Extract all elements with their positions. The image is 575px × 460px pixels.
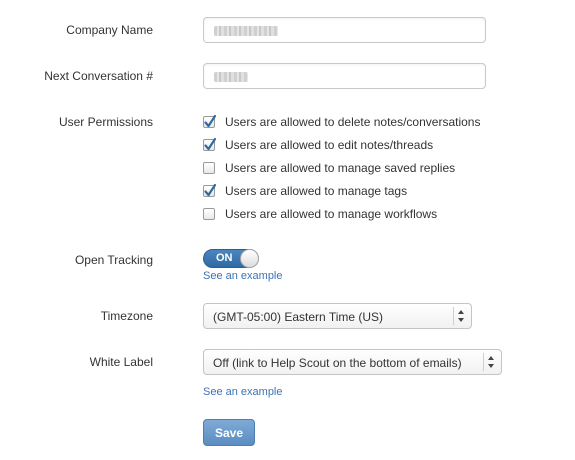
select-arrows-icon <box>453 307 464 325</box>
white-label-label: White Label <box>89 355 153 369</box>
permission-label: Users are allowed to edit notes/threads <box>225 138 434 152</box>
checkmark-icon <box>204 114 217 128</box>
permission-label: Users are allowed to manage tags <box>225 184 408 198</box>
company-name-input[interactable] <box>203 17 486 43</box>
next-conversation-input[interactable] <box>203 63 486 89</box>
permission-checkbox[interactable] <box>203 208 215 220</box>
permission-checkbox[interactable] <box>203 114 217 128</box>
open-tracking-label: Open Tracking <box>74 253 153 267</box>
next-conversation-redacted-value <box>214 72 248 82</box>
white-label-example-link[interactable]: See an example <box>203 386 283 398</box>
open-tracking-toggle[interactable]: ON <box>203 249 259 268</box>
permission-manage-workflows[interactable]: Users are allowed to manage workflows <box>203 206 437 222</box>
checkmark-icon <box>204 183 217 197</box>
toggle-knob <box>240 249 259 268</box>
permission-checkbox[interactable] <box>203 183 217 197</box>
save-button[interactable]: Save <box>203 419 255 446</box>
permission-label: Users are allowed to manage workflows <box>225 207 438 221</box>
permission-saved-replies[interactable]: Users are allowed to manage saved replie… <box>203 160 455 176</box>
timezone-selected-value: (GMT-05:00) Eastern Time (US) <box>213 310 384 324</box>
checkmark-icon <box>204 137 217 151</box>
permission-edit-notes[interactable]: Users are allowed to edit notes/threads <box>203 137 433 153</box>
permission-label: Users are allowed to manage saved replie… <box>225 161 456 175</box>
permission-delete-notes[interactable]: Users are allowed to delete notes/conver… <box>203 114 480 130</box>
select-arrows-icon <box>483 353 494 371</box>
company-name-label: Company Name <box>66 23 153 37</box>
user-permissions-label: User Permissions <box>58 115 153 129</box>
company-name-redacted-value <box>214 26 278 36</box>
toggle-state-text: ON <box>216 252 233 264</box>
permission-label: Users are allowed to delete notes/conver… <box>225 115 481 129</box>
permission-checkbox[interactable] <box>203 162 215 174</box>
permission-checkbox[interactable] <box>203 137 217 151</box>
white-label-selected-value: Off (link to Help Scout on the bottom of… <box>213 356 462 370</box>
timezone-label: Timezone <box>100 309 153 323</box>
next-conversation-label: Next Conversation # <box>44 69 153 83</box>
white-label-select[interactable]: Off (link to Help Scout on the bottom of… <box>203 349 502 375</box>
permission-manage-tags[interactable]: Users are allowed to manage tags <box>203 183 407 199</box>
open-tracking-example-link[interactable]: See an example <box>203 270 283 282</box>
timezone-select[interactable]: (GMT-05:00) Eastern Time (US) <box>203 303 472 329</box>
